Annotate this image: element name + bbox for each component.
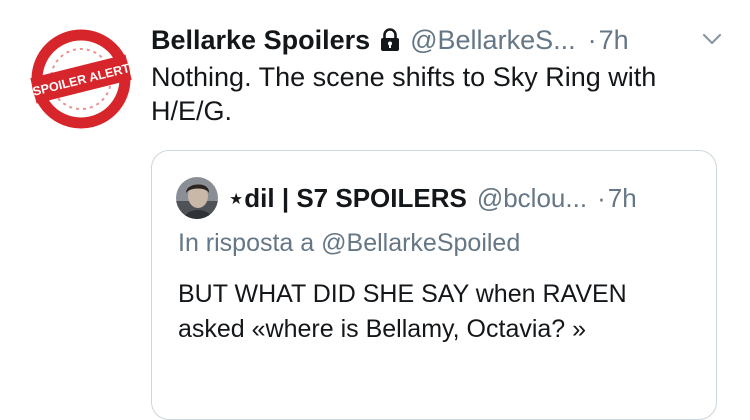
spoiler-alert-badge: SPOILER ALERT: [30, 28, 132, 130]
chevron-down-icon[interactable]: [699, 26, 725, 52]
lock-icon: [380, 28, 400, 52]
separator-dot: ·: [587, 24, 597, 55]
quoted-tweet-text: BUT WHAT DID SHE SAY when RAVEN asked «w…: [178, 280, 627, 343]
tweet-text: Nothing. The scene shifts to Sky Ring wi…: [151, 62, 657, 126]
reply-mention-link[interactable]: @BellarkeSpoiled: [321, 229, 520, 257]
tweet-time[interactable]: 7h: [599, 25, 629, 56]
quoted-tweet-time[interactable]: 7h: [608, 183, 637, 214]
reply-context: In risposta a @BellarkeSpoiled: [178, 229, 698, 265]
reply-prefix: In risposta a: [178, 229, 315, 257]
author-name[interactable]: Bellarke Spoilers: [151, 25, 370, 56]
quoted-separator-dot: ·: [597, 182, 606, 213]
author-avatar[interactable]: SPOILER ALERT: [28, 26, 134, 132]
quoted-tweet-header: ⋆dil | S7 SPOILERS @bclou... · 7h: [228, 179, 708, 217]
quoted-author-handle[interactable]: @bclou...: [477, 183, 587, 214]
tweet-header: Bellarke Spoilers @BellarkeS... · 7h: [151, 20, 731, 60]
quoted-author-avatar: [176, 177, 218, 219]
author-handle[interactable]: @BellarkeS...: [410, 25, 575, 56]
quoted-author-name[interactable]: ⋆dil | S7 SPOILERS: [228, 183, 467, 214]
quoted-tweet-card[interactable]: ⋆dil | S7 SPOILERS @bclou... · 7h In ris…: [151, 150, 717, 420]
tweet: SPOILER ALERT Bellarke Spoilers @Bellark…: [0, 0, 750, 420]
